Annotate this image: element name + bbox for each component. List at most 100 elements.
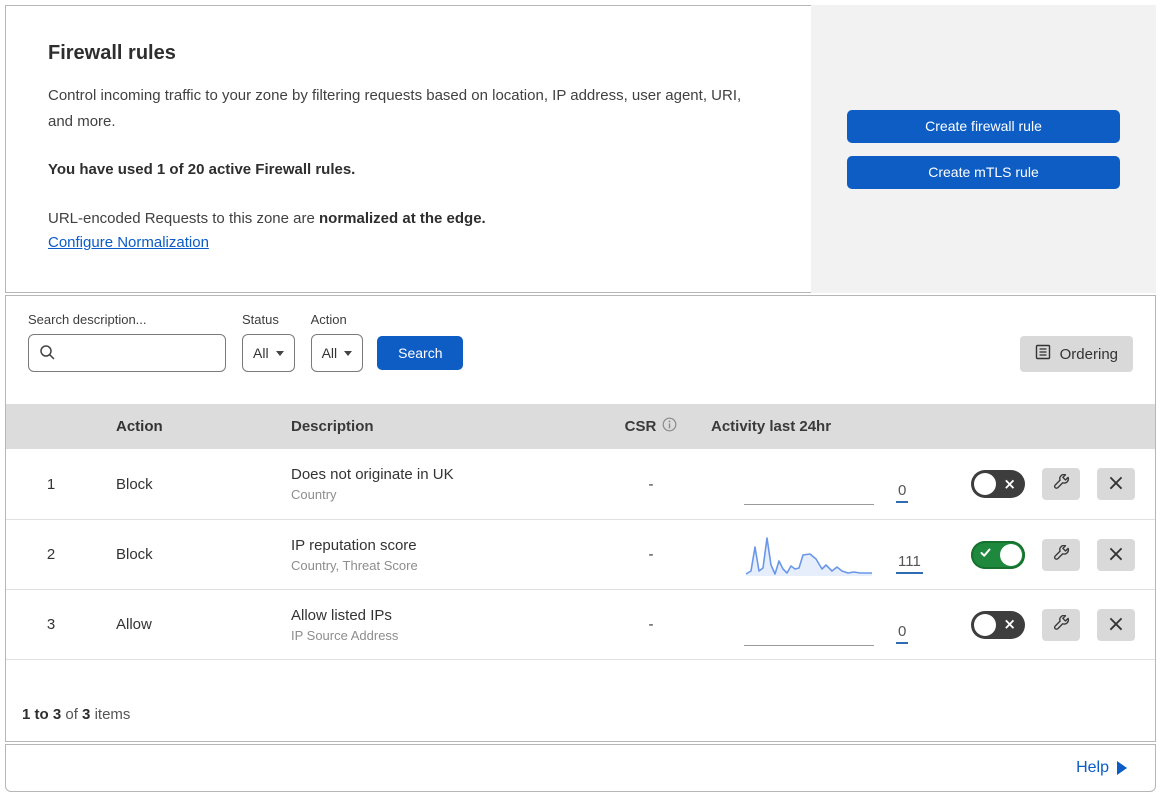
status-dropdown-value: All	[253, 345, 269, 361]
action-dropdown-value: All	[321, 345, 338, 361]
table-row: 3 Allow Allow listed IPs IP Source Addre…	[6, 589, 1155, 659]
page-title: Firewall rules	[48, 42, 176, 64]
rule-activity-cell: 0	[706, 463, 961, 505]
rule-activity-cell: 111	[706, 534, 961, 576]
x-mark-icon: ×	[1003, 615, 1016, 633]
chevron-down-icon	[344, 350, 353, 356]
pagination-items: items	[94, 706, 131, 723]
search-wrap	[28, 334, 226, 372]
rule-description-cell: IP reputation score Country, Threat Scor…	[271, 537, 596, 573]
edit-rule-button[interactable]	[1042, 538, 1080, 571]
toggle-knob	[1000, 543, 1022, 566]
rule-controls: × ×	[961, 468, 1155, 500]
list-document-icon	[1035, 344, 1051, 364]
rule-enabled-toggle[interactable]: ×	[971, 610, 1025, 639]
rule-description: Does not originate in UK	[291, 466, 454, 483]
edit-rule-button[interactable]	[1042, 608, 1080, 641]
search-input[interactable]	[28, 334, 226, 372]
rule-action: Block	[116, 475, 153, 493]
table-row: 1 Block Does not originate in UK Country…	[6, 449, 1155, 519]
search-icon	[39, 344, 56, 366]
pagination-summary: 1 to 3 of 3 items	[6, 660, 1155, 741]
normalization-note: URL-encoded Requests to this zone are no…	[48, 206, 769, 231]
action-label: Action	[310, 312, 347, 327]
actions-panel: Create firewall rule Create mTLS rule	[811, 5, 1156, 293]
rule-action: Allow	[116, 616, 152, 633]
rule-index: 1	[46, 475, 56, 493]
table-row: 2 Block IP reputation score Country, Thr…	[6, 519, 1155, 589]
rule-enabled-toggle[interactable]: ×	[971, 470, 1025, 498]
toggle-knob	[974, 613, 996, 636]
csr-column-header: CSR	[596, 417, 706, 436]
activity-count-link[interactable]: 111	[896, 553, 923, 574]
wrench-icon	[1053, 614, 1070, 635]
pagination-range: 1 to 3	[22, 706, 62, 723]
configure-normalization-link[interactable]: Configure Normalization	[48, 234, 209, 251]
status-filter-group: Status All	[242, 312, 295, 372]
create-firewall-rule-button[interactable]: Create firewall rule	[847, 109, 1120, 143]
delete-rule-button[interactable]: ×	[1097, 608, 1135, 641]
delete-rule-button[interactable]: ×	[1097, 468, 1135, 500]
rule-description-cell: Allow listed IPs IP Source Address	[271, 607, 596, 643]
activity-sparkline-flat	[744, 463, 874, 505]
rule-description-cell: Does not originate in UK Country	[271, 466, 596, 502]
rule-action: Block	[116, 546, 153, 563]
activity-sparkline-flat	[744, 604, 874, 646]
description-column-header: Description	[291, 418, 374, 435]
activity-sparkline-chart	[745, 536, 872, 576]
firewall-rules-page: Firewall rules Control incoming traffic …	[0, 5, 1161, 796]
rule-csr-value: -	[648, 475, 654, 493]
right-arrow-icon	[1117, 761, 1127, 775]
help-footer: Help	[5, 744, 1156, 792]
close-icon: ×	[1106, 611, 1126, 637]
chevron-down-icon	[275, 350, 284, 356]
activity-count-link[interactable]: 0	[896, 482, 909, 503]
normalization-bold-text: normalized at the edge.	[319, 210, 486, 227]
pagination-total: 3	[82, 706, 91, 723]
activity-column-header: Activity last 24hr	[711, 418, 832, 435]
search-field-group: Search description...	[28, 312, 226, 372]
edit-rule-button[interactable]	[1042, 468, 1080, 500]
help-link[interactable]: Help	[1076, 759, 1109, 777]
close-icon: ×	[1106, 541, 1126, 567]
filter-bar: Search description... Status All Action	[6, 296, 1155, 404]
normalization-text: URL-encoded Requests to this zone are	[48, 210, 319, 227]
header-card: Firewall rules Control incoming traffic …	[5, 5, 811, 293]
rule-description: IP reputation score	[291, 536, 417, 554]
action-filter-group: Action All	[310, 312, 364, 372]
rule-csr-value: -	[648, 546, 654, 563]
toggle-knob	[974, 473, 996, 495]
rule-index: 3	[46, 616, 56, 633]
ordering-button[interactable]: Ordering	[1019, 336, 1133, 372]
status-label: Status	[242, 312, 279, 327]
table-header-row: Action Description CSR Activity last 24h…	[6, 404, 1155, 449]
usage-summary: You have used 1 of 20 active Firewall ru…	[48, 161, 356, 178]
page-description: Control incoming traffic to your zone by…	[48, 87, 742, 130]
rule-fields: Country, Threat Score	[291, 557, 418, 573]
x-mark-icon: ×	[1003, 474, 1016, 493]
search-button[interactable]: Search	[377, 336, 464, 370]
search-label: Search description...	[28, 312, 147, 327]
delete-rule-button[interactable]: ×	[1097, 538, 1135, 571]
rule-index: 2	[46, 546, 56, 563]
rule-controls: ×	[961, 538, 1155, 571]
check-icon	[979, 546, 992, 564]
info-icon[interactable]	[662, 417, 677, 436]
create-mtls-rule-button[interactable]: Create mTLS rule	[847, 155, 1120, 189]
wrench-icon	[1053, 544, 1070, 565]
action-dropdown[interactable]: All	[310, 334, 364, 372]
status-dropdown[interactable]: All	[242, 334, 295, 372]
close-icon: ×	[1106, 471, 1126, 496]
rule-enabled-toggle[interactable]	[971, 540, 1025, 569]
activity-count-link[interactable]: 0	[896, 623, 909, 644]
rule-activity-cell: 0	[706, 604, 961, 646]
rule-controls: × ×	[961, 608, 1155, 641]
rule-fields: IP Source Address	[291, 627, 399, 643]
action-column-header: Action	[116, 418, 163, 435]
rules-list-card: Search description... Status All Action	[5, 295, 1156, 742]
csr-header-label: CSR	[624, 418, 657, 435]
rule-csr-value: -	[648, 616, 654, 633]
rule-description: Allow listed IPs	[291, 606, 392, 624]
pagination-of: of	[65, 706, 78, 723]
top-section: Firewall rules Control incoming traffic …	[5, 5, 1156, 293]
